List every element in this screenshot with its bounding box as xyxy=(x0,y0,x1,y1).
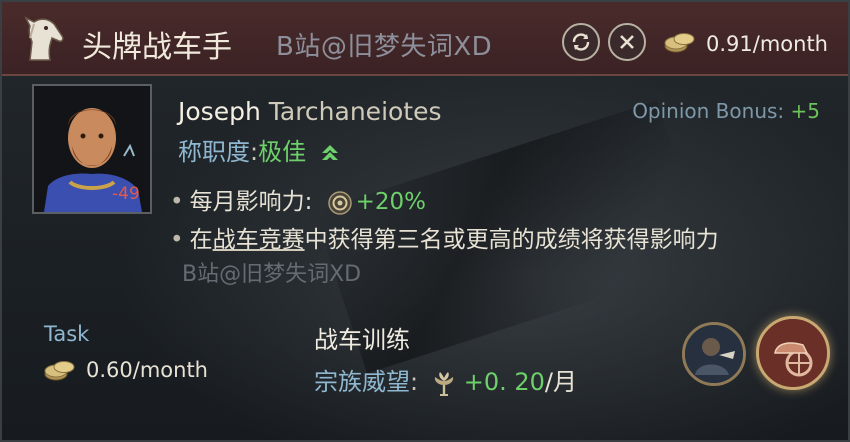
salary-cost: 0.91/month xyxy=(706,32,828,56)
competence-value: 极佳 xyxy=(258,138,307,166)
task-cost-value: 0.60/month xyxy=(86,358,208,382)
opinion-bonus: Opinion Bonus: +5 xyxy=(632,99,820,123)
watermark: B站@旧梦失词XD xyxy=(182,262,362,287)
dynasty-tree-icon xyxy=(434,372,453,396)
competence-row: 称职度:极佳 xyxy=(178,132,340,167)
effect-chariot-race: • 在战车竞赛中获得第三名或更高的成绩将获得影响力 xyxy=(170,220,719,254)
task-label: Task xyxy=(44,322,90,346)
watermark: B站@旧梦失词XD xyxy=(276,32,493,62)
revoke-button[interactable] xyxy=(608,23,646,61)
bullet-dot: • xyxy=(170,227,184,253)
chariot-icon xyxy=(759,319,827,387)
header-bar: 头牌战车手 B站@旧梦失词XD 0.91/month xyxy=(2,2,848,76)
first-name: Joseph xyxy=(178,97,261,126)
bullet-dot: • xyxy=(170,189,184,215)
task-option-chariot-button[interactable] xyxy=(756,316,830,390)
scout-portrait-icon xyxy=(685,325,743,383)
age-modifier: -49 xyxy=(112,184,140,204)
prestige-unit: /月 xyxy=(544,368,578,396)
task-option-scout-button[interactable] xyxy=(682,322,746,386)
horse-head-icon xyxy=(24,16,64,61)
task-prestige: 宗族威望: +0. 20/月 xyxy=(314,362,577,397)
gold-coins-icon xyxy=(44,361,75,381)
influence-value: +20% xyxy=(355,189,427,215)
task-name: 战车训练 xyxy=(314,326,410,354)
prestige-label: 宗族威望 xyxy=(314,368,410,396)
level-up-icon xyxy=(321,145,338,160)
position-title: 头牌战车手 xyxy=(82,30,232,65)
cycle-icon xyxy=(572,33,590,51)
opinion-label: Opinion Bonus: xyxy=(632,99,785,123)
effect-text-prefix: 在 xyxy=(189,227,213,253)
competence-separator: : xyxy=(250,138,259,166)
prestige-separator: : xyxy=(410,368,419,396)
prestige-value: +0. 20 xyxy=(463,368,545,396)
influence-icon xyxy=(327,190,352,215)
last-name: Tarchaneiotes xyxy=(268,97,442,126)
effect-text-suffix: 中获得第三名或更高的成绩将获得影响力 xyxy=(304,227,719,253)
replace-button[interactable] xyxy=(562,23,600,61)
opinion-value: +5 xyxy=(790,99,820,123)
court-position-tooltip: 头牌战车手 B站@旧梦失词XD 0.91/month -49 Joseph Ta… xyxy=(0,0,850,442)
chariot-race-link[interactable]: 战车竞赛 xyxy=(213,227,305,253)
effect-influence: • 每月影响力: +20% xyxy=(170,182,426,216)
gold-coins-icon xyxy=(664,33,695,53)
close-icon xyxy=(620,35,634,49)
influence-label: 每月影响力: xyxy=(189,189,313,215)
task-cost: 0.60/month xyxy=(86,358,208,382)
character-name[interactable]: Joseph Tarchaneiotes xyxy=(178,97,442,126)
competence-label: 称职度 xyxy=(178,138,250,166)
